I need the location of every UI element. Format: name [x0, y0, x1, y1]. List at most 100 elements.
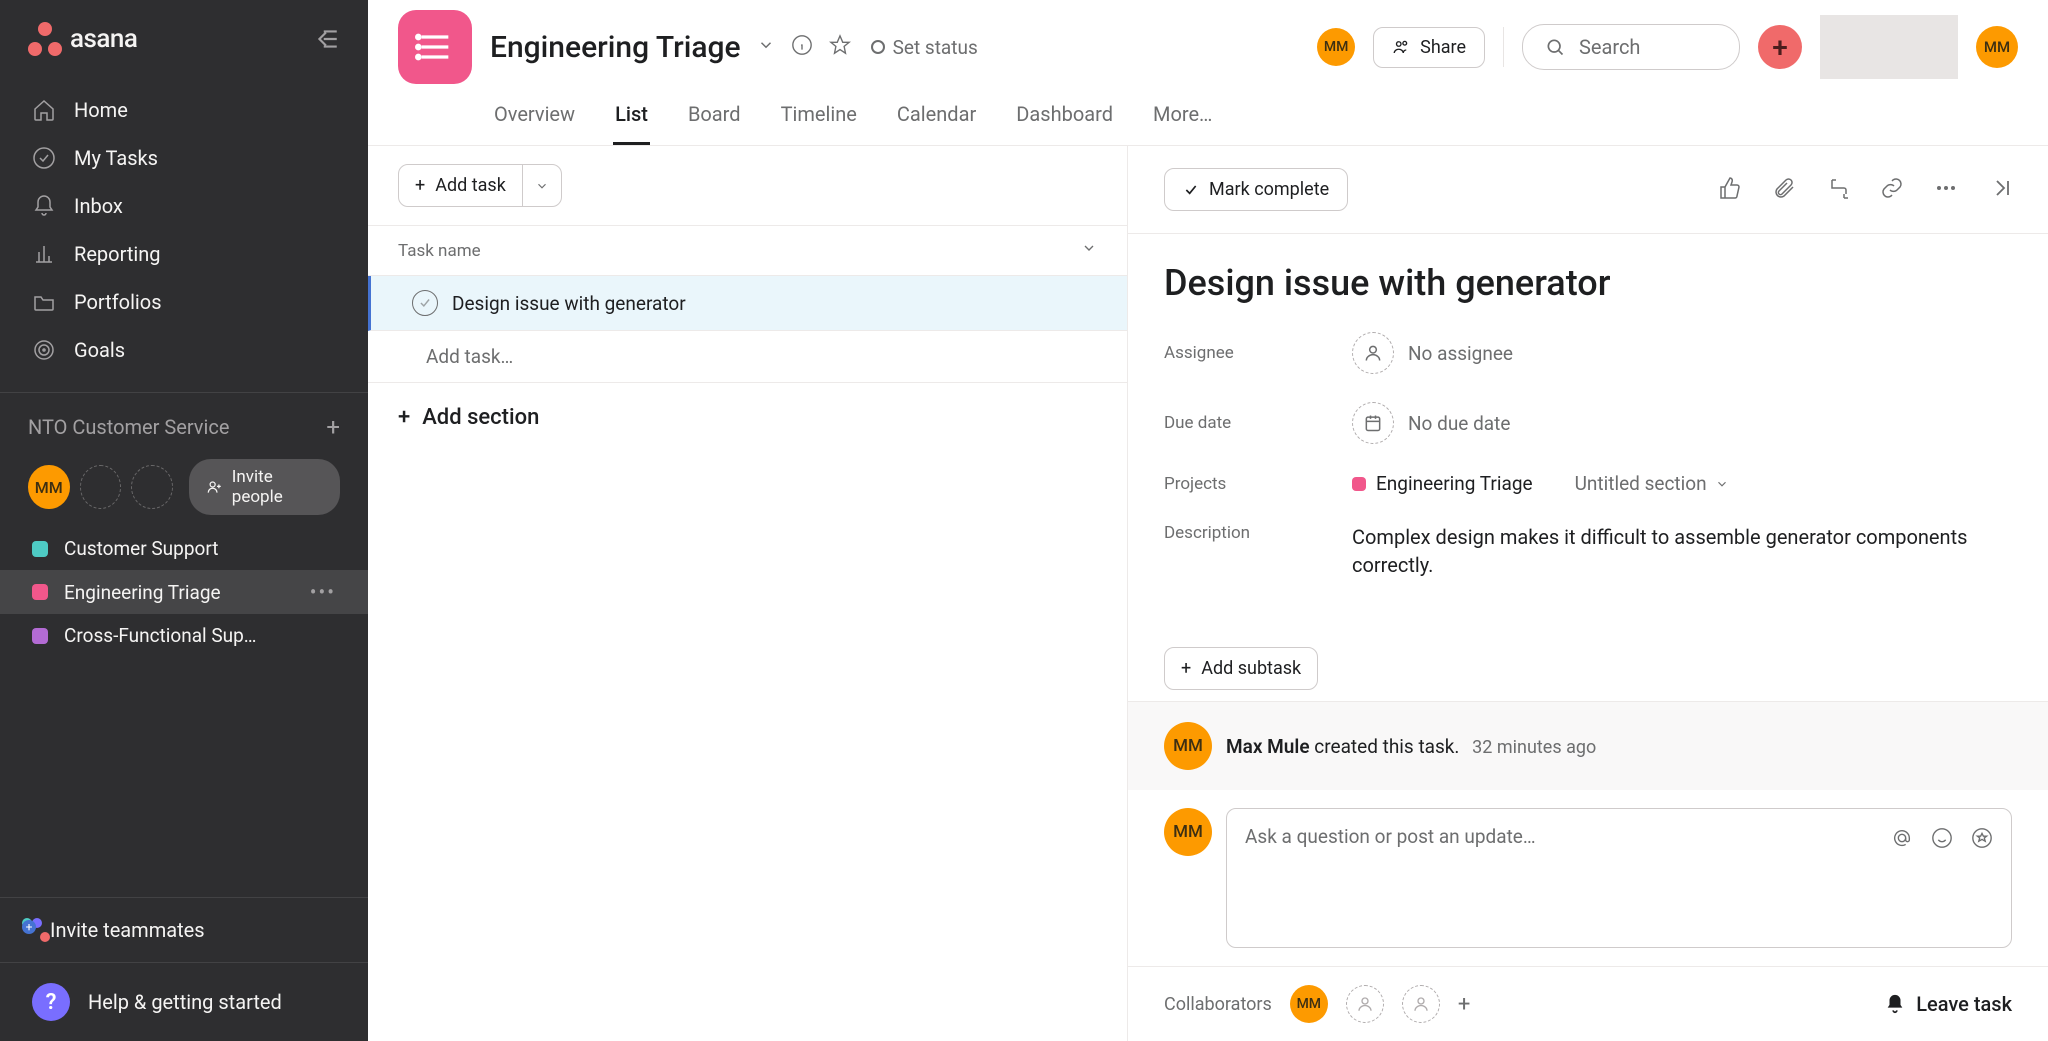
activity-avatar[interactable]: MM — [1164, 722, 1212, 770]
task-title: Design issue with generator — [452, 292, 686, 315]
activity-actor[interactable]: Max Mule — [1226, 735, 1310, 758]
sidebar-item-reporting[interactable]: Reporting — [0, 230, 368, 278]
collapse-sidebar-button[interactable] — [314, 26, 340, 52]
subtask-icon[interactable] — [1826, 176, 1850, 204]
close-detail-icon[interactable] — [1988, 176, 2012, 204]
due-date-field[interactable]: No due date — [1352, 402, 1510, 444]
tab-board[interactable]: Board — [686, 92, 743, 145]
sidebar-item-label: Reporting — [74, 242, 161, 266]
placeholder-block — [1820, 15, 1958, 79]
tab-dashboard[interactable]: Dashboard — [1014, 92, 1115, 145]
empty-avatar-slot[interactable] — [131, 465, 173, 509]
comment-input[interactable]: Ask a question or post an update… — [1226, 808, 2012, 948]
info-icon[interactable] — [791, 34, 813, 60]
add-task-dropdown[interactable] — [523, 165, 561, 206]
emoji-icon[interactable] — [1931, 827, 1953, 853]
sidebar-item-label: Portfolios — [74, 290, 162, 314]
set-status-button[interactable]: Set status — [871, 36, 978, 59]
star-icon[interactable] — [829, 34, 851, 60]
project-member-avatar[interactable]: MM — [1317, 28, 1355, 66]
add-section-button[interactable]: + Add section — [368, 383, 1127, 452]
help-button[interactable]: ? Help & getting started — [0, 963, 368, 1041]
chevron-down-icon[interactable] — [757, 36, 775, 58]
project-item-engineering-triage[interactable]: Engineering Triage ••• — [0, 570, 368, 614]
invite-teammates-button[interactable]: + Invite teammates — [0, 898, 368, 962]
project-label: Customer Support — [64, 537, 336, 560]
tab-timeline[interactable]: Timeline — [779, 92, 859, 145]
workspace-name: NTO Customer Service — [28, 415, 229, 439]
home-icon — [32, 98, 56, 122]
person-plus-icon — [207, 479, 222, 495]
project-label: Engineering Triage — [64, 581, 294, 604]
mark-complete-label: Mark complete — [1209, 179, 1329, 200]
share-button[interactable]: Share — [1373, 27, 1485, 68]
folder-icon — [32, 290, 56, 314]
column-options-icon[interactable] — [1081, 240, 1097, 261]
mention-icon[interactable] — [1891, 827, 1913, 853]
project-tabs: Overview List Board Timeline Calendar Da… — [368, 84, 2048, 146]
leave-task-label: Leave task — [1916, 992, 2012, 1016]
add-task-button[interactable]: + Add task — [399, 165, 523, 206]
user-avatar[interactable]: MM — [28, 465, 70, 509]
project-item-customer-support[interactable]: Customer Support — [0, 527, 368, 570]
complete-task-checkbox[interactable] — [412, 290, 438, 316]
tab-overview[interactable]: Overview — [492, 92, 577, 145]
tab-more[interactable]: More… — [1151, 92, 1214, 145]
tab-calendar[interactable]: Calendar — [895, 92, 978, 145]
section-dropdown[interactable]: Untitled section — [1575, 472, 1729, 495]
search-input[interactable]: Search — [1522, 24, 1740, 70]
project-item-cross-functional[interactable]: Cross-Functional Sup… — [0, 614, 368, 657]
add-task-inline[interactable]: Add task… — [368, 331, 1127, 383]
project-chip[interactable]: Engineering Triage — [1352, 472, 1533, 495]
description-text[interactable]: Complex design makes it difficult to ass… — [1352, 523, 1992, 579]
star-icon[interactable] — [1971, 827, 1993, 853]
mark-complete-button[interactable]: Mark complete — [1164, 168, 1348, 211]
task-detail-title[interactable]: Design issue with generator — [1164, 262, 2012, 304]
sidebar-item-home[interactable]: Home — [0, 86, 368, 134]
comment-avatar[interactable]: MM — [1164, 808, 1212, 856]
collaborators-label: Collaborators — [1164, 994, 1272, 1015]
project-color-dot — [32, 628, 48, 644]
sidebar-item-inbox[interactable]: Inbox — [0, 182, 368, 230]
project-color-dot — [32, 584, 48, 600]
project-chip-label: Engineering Triage — [1376, 472, 1533, 495]
add-collaborator-slot[interactable] — [1402, 985, 1440, 1023]
help-label: Help & getting started — [88, 990, 282, 1014]
add-subtask-button[interactable]: + Add subtask — [1164, 647, 1318, 690]
more-icon[interactable] — [1934, 176, 1958, 204]
attachment-icon[interactable] — [1772, 176, 1796, 204]
task-row[interactable]: Design issue with generator — [368, 276, 1127, 331]
activity-timestamp: 32 minutes ago — [1472, 737, 1596, 758]
share-label: Share — [1420, 37, 1466, 58]
task-list-pane: + Add task Task name — [368, 146, 1128, 1041]
link-icon[interactable] — [1880, 176, 1904, 204]
tab-list[interactable]: List — [613, 92, 650, 145]
projects-label: Projects — [1164, 474, 1352, 494]
asana-logo-icon — [28, 22, 62, 56]
add-collaborator-slot[interactable] — [1346, 985, 1384, 1023]
like-icon[interactable] — [1718, 176, 1742, 204]
column-header-task-name[interactable]: Task name — [398, 241, 481, 261]
sidebar-item-my-tasks[interactable]: My Tasks — [0, 134, 368, 182]
check-icon — [1183, 182, 1199, 198]
task-detail-pane: Mark complete Design issue with generato… — [1128, 146, 2048, 1041]
project-menu-icon[interactable]: ••• — [310, 580, 336, 604]
sidebar-item-goals[interactable]: Goals — [0, 326, 368, 374]
sidebar-item-portfolios[interactable]: Portfolios — [0, 278, 368, 326]
person-icon — [1352, 332, 1394, 374]
add-collaborator-button[interactable]: + — [1458, 992, 1470, 1017]
workspace-header[interactable]: NTO Customer Service + — [0, 403, 368, 451]
bell-icon — [32, 194, 56, 218]
due-date-label: Due date — [1164, 413, 1352, 433]
global-create-button[interactable]: + — [1758, 25, 1802, 69]
leave-task-button[interactable]: Leave task — [1884, 992, 2012, 1016]
invite-people-button[interactable]: Invite people — [189, 459, 340, 515]
collaborator-avatar[interactable]: MM — [1290, 985, 1328, 1023]
project-tile-icon[interactable] — [398, 10, 472, 84]
empty-avatar-slot[interactable] — [80, 465, 122, 509]
plus-icon[interactable]: + — [326, 413, 340, 441]
add-subtask-label: Add subtask — [1201, 658, 1301, 679]
current-user-avatar[interactable]: MM — [1976, 26, 2018, 68]
assignee-field[interactable]: No assignee — [1352, 332, 1513, 374]
asana-logo[interactable]: asana — [28, 22, 137, 56]
